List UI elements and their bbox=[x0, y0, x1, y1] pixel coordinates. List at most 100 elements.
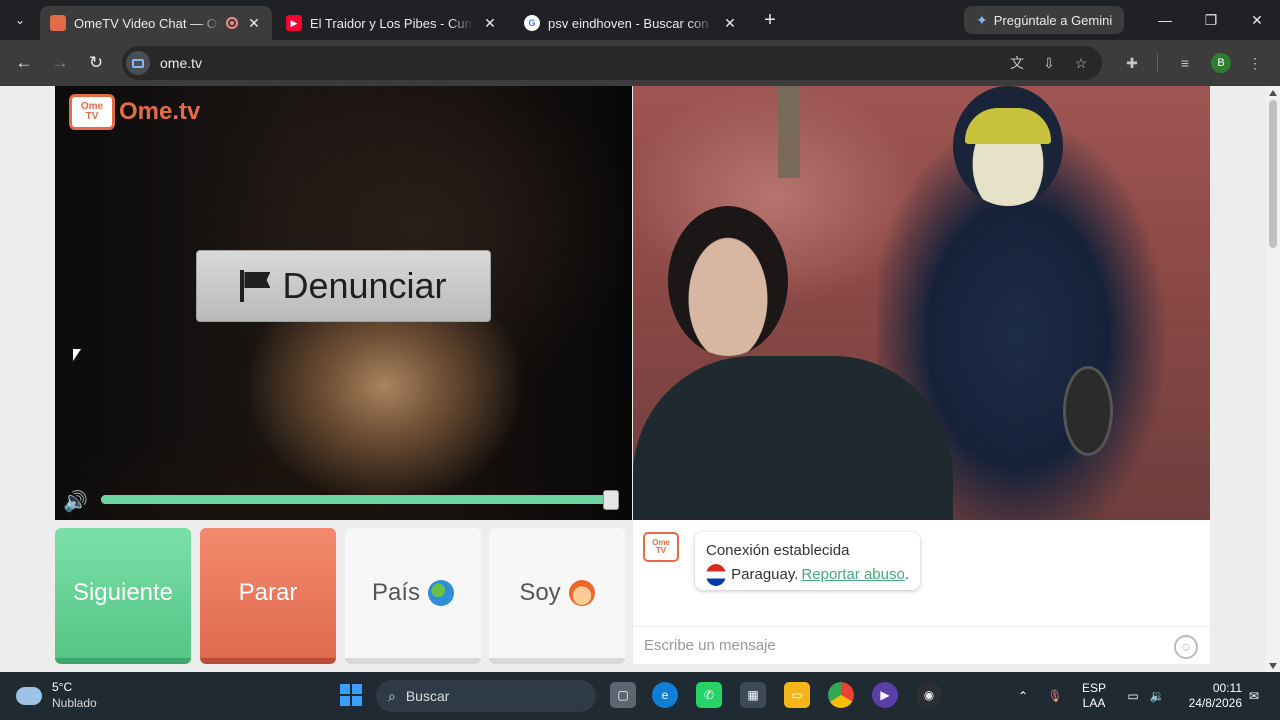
browser-toolbar: ← → ↻ ome.tv 文 ⇩ ☆ ✚ ≡ ⋮ bbox=[0, 40, 1280, 86]
clock[interactable]: 00:11 24/8/2026 bbox=[1176, 672, 1242, 720]
report-label: Denunciar bbox=[282, 265, 447, 306]
back-arrow-icon[interactable]: ← bbox=[12, 51, 36, 75]
tab-youtube[interactable]: ▶ El Traidor y Los Pibes - Cumbia ✕ bbox=[276, 6, 508, 40]
close-window-icon[interactable]: ✕ bbox=[1234, 8, 1280, 32]
logo-badge-bottom: TV bbox=[85, 111, 99, 122]
media-player-icon[interactable]: ▶ bbox=[872, 682, 898, 708]
microphone-icon[interactable]: 🎙 bbox=[1044, 672, 1066, 720]
tab-title: OmeTV Video Chat — Ome bbox=[74, 15, 220, 31]
language-indicator[interactable]: ESP LAA bbox=[1076, 672, 1112, 720]
toolbar-divider bbox=[1157, 54, 1158, 72]
tab-title: psv eindhoven - Buscar con Go bbox=[548, 15, 714, 31]
country-button[interactable]: País bbox=[345, 528, 481, 664]
report-suffix: . bbox=[904, 566, 909, 583]
system-message: Conexión establecida Paraguay. Reportar … bbox=[695, 532, 920, 590]
search-label: Buscar bbox=[405, 688, 450, 704]
microsoft-store-icon[interactable]: ▦ bbox=[740, 682, 766, 708]
new-tab-plus-icon[interactable]: + bbox=[758, 8, 782, 32]
report-abuse-link[interactable]: Reportar abuso bbox=[801, 566, 904, 583]
message-input[interactable] bbox=[644, 637, 1144, 654]
tab-bar: ⌄ OmeTV Video Chat — Ome ✕ ▶ El Traidor … bbox=[0, 0, 1280, 40]
volume-slider-handle[interactable] bbox=[603, 490, 619, 510]
file-explorer-icon[interactable]: ▭ bbox=[784, 682, 810, 708]
scroll-up-arrow-icon[interactable] bbox=[1269, 90, 1277, 96]
speaker-icon[interactable]: 🔉 bbox=[1146, 672, 1168, 720]
media-control-icon[interactable]: ≡ bbox=[1173, 51, 1197, 75]
ometv-favicon-icon bbox=[50, 15, 66, 31]
wall-post bbox=[778, 86, 800, 178]
tab-google[interactable]: G psv eindhoven - Buscar con Go ✕ bbox=[514, 6, 748, 40]
stop-button[interactable]: Parar bbox=[200, 528, 336, 664]
restore-icon[interactable]: ❐ bbox=[1188, 8, 1234, 32]
clock-time: 00:11 bbox=[1212, 681, 1242, 695]
language-top: ESP bbox=[1081, 681, 1106, 695]
ometv-page: Ome TV Ome.tv Denunciar 🔊 Siguiente Para… bbox=[0, 86, 1280, 672]
edge-browser-icon[interactable]: e bbox=[652, 682, 678, 708]
flag-icon bbox=[240, 270, 270, 302]
emoji-smiley-icon[interactable]: ☺ bbox=[1174, 635, 1198, 659]
taskbar-search[interactable]: ⌕ Buscar bbox=[376, 680, 596, 712]
menu-kebab-icon[interactable]: ⋮ bbox=[1243, 51, 1267, 75]
globe-icon bbox=[428, 580, 455, 606]
tab-title: El Traidor y Los Pibes - Cumbia bbox=[310, 15, 474, 31]
obs-studio-icon[interactable]: ◉ bbox=[916, 682, 942, 708]
youtube-favicon-icon: ▶ bbox=[286, 15, 302, 31]
chat-panel: Ome TV Conexión establecida Paraguay. Re… bbox=[633, 520, 1210, 664]
country-row: Paraguay. Reportar abuso. bbox=[706, 563, 909, 587]
gemini-label: Pregúntale a Gemini bbox=[993, 12, 1113, 28]
task-view-icon[interactable]: ▢ bbox=[610, 682, 636, 708]
volume-speaker-icon[interactable]: 🔊 bbox=[63, 489, 88, 514]
close-tab-icon[interactable]: ✕ bbox=[722, 15, 738, 32]
network-icon[interactable]: ▭ bbox=[1122, 672, 1144, 720]
translate-icon[interactable]: 文 bbox=[1005, 51, 1029, 75]
language-bottom: LAA bbox=[1082, 696, 1106, 710]
scrollbar-thumb[interactable] bbox=[1269, 100, 1277, 248]
stop-label: Parar bbox=[238, 579, 298, 606]
gemini-sparkle-icon: ✦ bbox=[976, 11, 988, 28]
gemini-button[interactable]: ✦ Pregúntale a Gemini bbox=[964, 6, 1125, 34]
status-row: Conexión establecida bbox=[706, 539, 909, 563]
weather-widget[interactable]: 5°C Nublado bbox=[16, 680, 97, 711]
reload-icon[interactable]: ↻ bbox=[84, 51, 108, 75]
person-left-head bbox=[668, 206, 788, 356]
next-label: Siguiente bbox=[72, 579, 174, 606]
chat-logo-bottom: TV bbox=[655, 546, 667, 555]
notifications-icon[interactable]: ✉ bbox=[1244, 672, 1264, 720]
pop-filter bbox=[1063, 366, 1113, 456]
close-tab-icon[interactable]: ✕ bbox=[246, 15, 262, 32]
install-app-icon[interactable]: ⇩ bbox=[1037, 51, 1061, 75]
tab-ometv[interactable]: OmeTV Video Chat — Ome ✕ bbox=[40, 6, 272, 40]
volume-slider[interactable] bbox=[101, 495, 613, 504]
stranger-video bbox=[633, 86, 1210, 520]
address-bar[interactable]: ome.tv bbox=[122, 46, 1102, 80]
scroll-down-arrow-icon[interactable] bbox=[1269, 663, 1277, 669]
profile-avatar[interactable]: B bbox=[1211, 53, 1231, 73]
whatsapp-icon[interactable]: ✆ bbox=[696, 682, 722, 708]
person-left-body bbox=[633, 356, 953, 520]
extensions-puzzle-icon[interactable]: ✚ bbox=[1120, 51, 1144, 75]
windows-taskbar: 5°C Nublado ⌕ Buscar ▢ e ✆ ▦ ▭ ▶ ◉ ⌃ 🎙 E… bbox=[0, 672, 1280, 720]
cloud-icon bbox=[16, 686, 42, 705]
forward-arrow-icon[interactable]: → bbox=[48, 51, 72, 75]
recording-icon bbox=[226, 17, 238, 29]
country-label: País bbox=[371, 579, 421, 606]
mouse-cursor-icon bbox=[72, 348, 84, 366]
next-button[interactable]: Siguiente bbox=[55, 528, 191, 664]
bookmark-star-icon[interactable]: ☆ bbox=[1069, 51, 1093, 75]
weather-temp: 5°C bbox=[52, 680, 73, 694]
gender-button[interactable]: Soy bbox=[489, 528, 625, 664]
report-button[interactable]: Denunciar bbox=[196, 250, 491, 322]
close-tab-icon[interactable]: ✕ bbox=[482, 15, 498, 32]
own-video: Ome TV Ome.tv Denunciar 🔊 bbox=[55, 86, 632, 520]
chrome-icon[interactable] bbox=[828, 682, 854, 708]
ometv-logo: Ome TV Ome.tv bbox=[69, 94, 200, 130]
stranger-country: Paraguay. bbox=[731, 566, 799, 583]
minimize-icon[interactable]: — bbox=[1142, 8, 1188, 32]
show-hidden-icons-chevron-icon[interactable]: ⌃ bbox=[1012, 672, 1034, 720]
clock-date: 24/8/2026 bbox=[1188, 696, 1242, 710]
site-info-camera-icon[interactable] bbox=[126, 51, 150, 75]
windows-start-icon[interactable] bbox=[340, 684, 362, 706]
page-scrollbar[interactable] bbox=[1266, 86, 1280, 672]
tab-search-dropdown-icon[interactable]: ⌄ bbox=[8, 8, 32, 32]
google-favicon-icon: G bbox=[524, 15, 540, 31]
